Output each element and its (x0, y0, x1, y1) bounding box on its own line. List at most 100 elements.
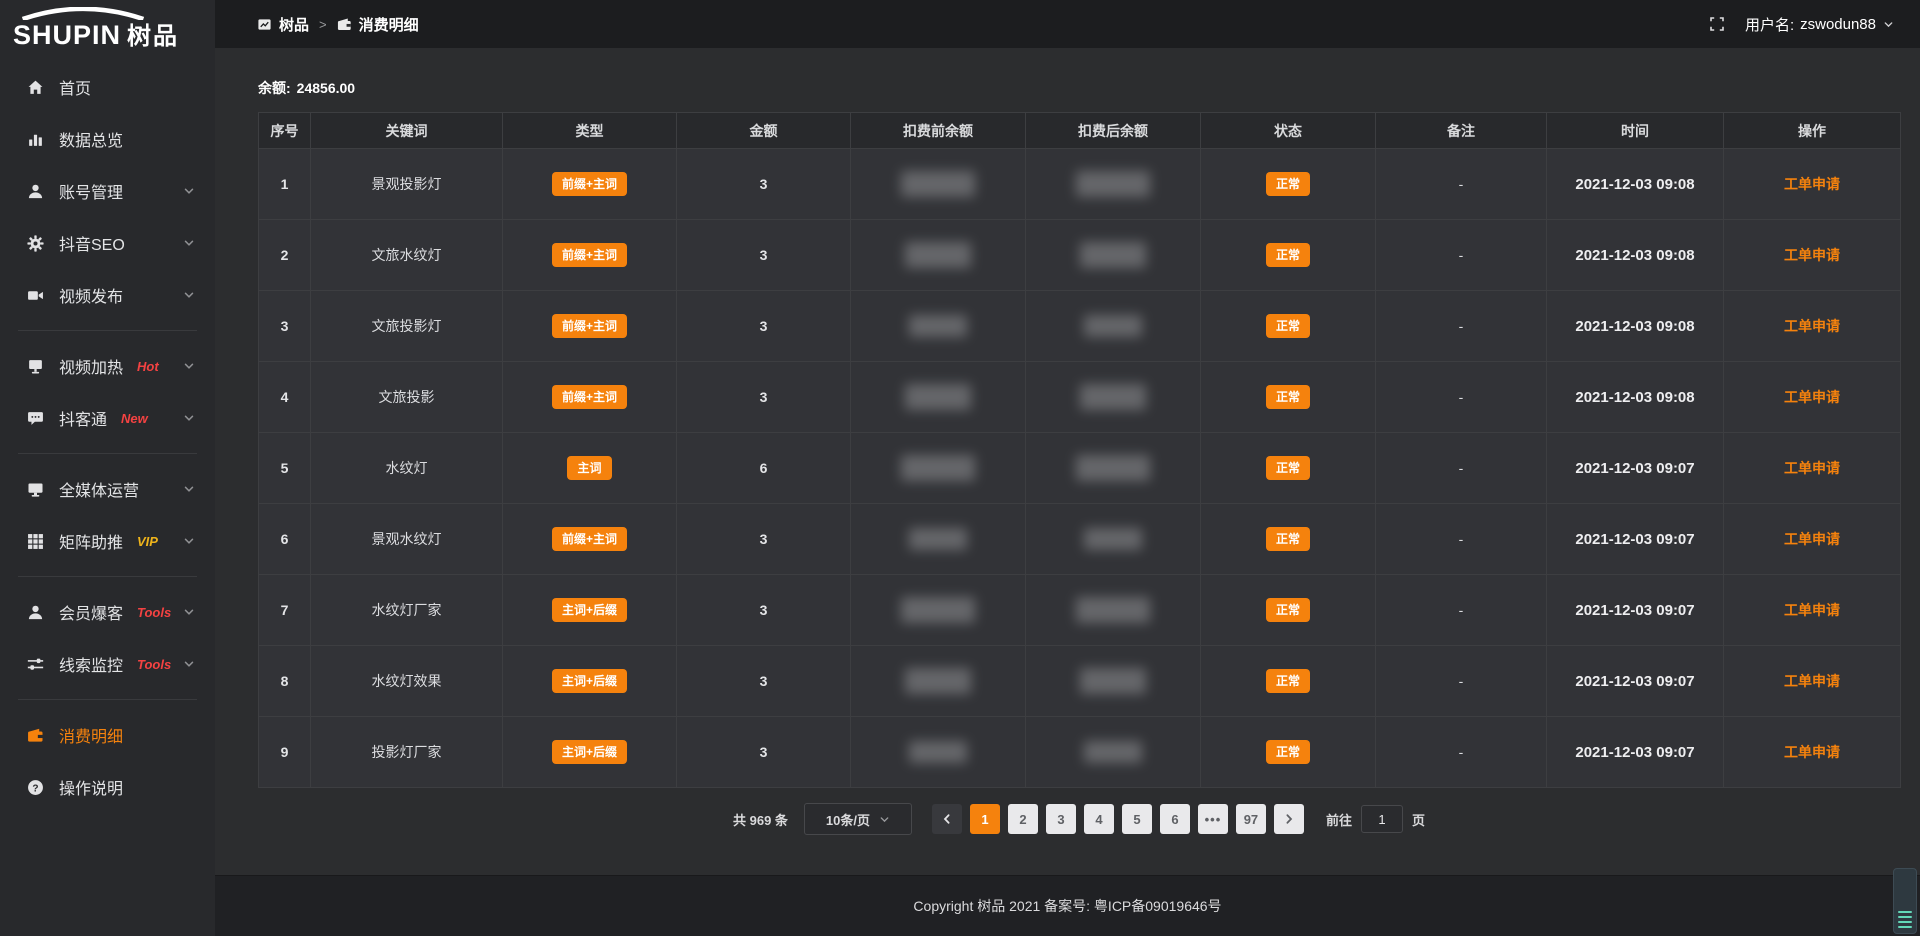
table-row: 3 文旅投影灯 前缀+主词 3 正常 - 2021-12-03 09:08 工单… (259, 291, 1901, 362)
cell-keyword: 景观水纹灯 (311, 504, 503, 575)
heat-screen-icon (27, 358, 44, 375)
chat-widget[interactable] (1893, 868, 1917, 934)
pagination-page-2[interactable]: 2 (1008, 804, 1038, 834)
brand-name: SHUPIN树品 (13, 20, 215, 52)
cell-balance-after (1026, 433, 1201, 504)
pagination-page-97[interactable]: 97 (1236, 804, 1266, 834)
cell-balance-before (851, 646, 1026, 717)
breadcrumb-item-home[interactable]: 树品 (257, 14, 309, 35)
chevron-down-icon (183, 237, 195, 249)
column-header: 时间 (1547, 113, 1724, 149)
pagination-prev-button[interactable] (932, 804, 962, 834)
masked-value (905, 242, 971, 268)
sidebar-item-label: 消费明细 (59, 723, 123, 747)
ticket-apply-link[interactable]: 工单申请 (1784, 389, 1840, 405)
cell-amount: 3 (677, 646, 851, 717)
fullscreen-icon[interactable] (1709, 16, 1725, 32)
sidebar-item-douketong[interactable]: 抖客通 New (0, 392, 215, 444)
cell-time: 2021-12-03 09:07 (1547, 717, 1724, 788)
cell-remark: - (1376, 717, 1547, 788)
sidebar-item-label: 视频发布 (59, 283, 123, 307)
table-row: 4 文旅投影 前缀+主词 3 正常 - 2021-12-03 09:08 工单申… (259, 362, 1901, 433)
pagination-page-4[interactable]: 4 (1084, 804, 1114, 834)
ticket-apply-link[interactable]: 工单申请 (1784, 602, 1840, 618)
ticket-apply-link[interactable]: 工单申请 (1784, 460, 1840, 476)
balance-label: 余额: (258, 80, 291, 96)
cell-type: 前缀+主词 (503, 504, 677, 575)
cell-balance-before (851, 504, 1026, 575)
type-badge: 前缀+主词 (552, 314, 627, 338)
breadcrumb-item-current[interactable]: 消费明细 (337, 14, 419, 35)
masked-value (1080, 668, 1146, 694)
sidebar-item-video-publish[interactable]: 视频发布 (0, 269, 215, 321)
pagination-page-6[interactable]: 6 (1160, 804, 1190, 834)
sidebar-item-account-manage[interactable]: 账号管理 (0, 165, 215, 217)
sidebar-item-home[interactable]: 首页 (0, 61, 215, 113)
cell-balance-after (1026, 575, 1201, 646)
cell-type: 前缀+主词 (503, 220, 677, 291)
chevron-down-icon (183, 606, 195, 618)
topbar: 树品 > 消费明细 用户名: zswodun88 (215, 0, 1920, 48)
table-row: 2 文旅水纹灯 前缀+主词 3 正常 - 2021-12-03 09:08 工单… (259, 220, 1901, 291)
cell-action: 工单申请 (1724, 504, 1901, 575)
ticket-apply-link[interactable]: 工单申请 (1784, 318, 1840, 334)
cell-amount: 3 (677, 149, 851, 220)
user-icon (27, 183, 44, 200)
cell-type: 主词+后缀 (503, 646, 677, 717)
ticket-apply-link[interactable]: 工单申请 (1784, 673, 1840, 689)
sidebar-item-consumption-detail[interactable]: 消费明细 (0, 709, 215, 761)
goto-page-input[interactable] (1361, 805, 1403, 833)
ticket-apply-link[interactable]: 工单申请 (1784, 531, 1840, 547)
sidebar-item-lead-monitor[interactable]: 线索监控 Tools (0, 638, 215, 690)
cell-status: 正常 (1201, 291, 1376, 362)
cell-status: 正常 (1201, 717, 1376, 788)
cell-balance-before (851, 149, 1026, 220)
cell-type: 主词+后缀 (503, 575, 677, 646)
chevron-down-icon (183, 185, 195, 197)
cell-remark: - (1376, 433, 1547, 504)
cell-keyword: 文旅投影 (311, 362, 503, 433)
sidebar-item-matrix-boost[interactable]: 矩阵助推 VIP (0, 515, 215, 567)
pagination-next-button[interactable] (1274, 804, 1304, 834)
sidebar-item-label: 矩阵助推 (59, 529, 123, 553)
user-menu[interactable]: 用户名: zswodun88 (1745, 14, 1894, 35)
cell-balance-before (851, 433, 1026, 504)
ticket-apply-link[interactable]: 工单申请 (1784, 744, 1840, 760)
masked-value (901, 455, 975, 481)
chevron-down-icon (183, 289, 195, 301)
ticket-apply-link[interactable]: 工单申请 (1784, 176, 1840, 192)
sidebar-item-member-burst[interactable]: 会员爆客 Tools (0, 586, 215, 638)
column-header: 扣费后余额 (1026, 113, 1201, 149)
sidebar-item-douyin-seo[interactable]: 抖音SEO (0, 217, 215, 269)
cell-remark: - (1376, 149, 1547, 220)
cell-status: 正常 (1201, 149, 1376, 220)
sidebar-divider (18, 576, 197, 577)
logo-arc (16, 7, 150, 20)
cell-time: 2021-12-03 09:08 (1547, 220, 1724, 291)
pagination-more-button[interactable]: ••• (1198, 804, 1228, 834)
consumption-table: 序号关键词类型金额扣费前余额扣费后余额状态备注时间操作 1 景观投影灯 前缀+主… (258, 112, 1901, 788)
username-value: zswodun88 (1800, 16, 1876, 33)
masked-value (1080, 242, 1146, 268)
pagination-page-5[interactable]: 5 (1122, 804, 1152, 834)
brand-icon (257, 17, 272, 32)
table-row: 6 景观水纹灯 前缀+主词 3 正常 - 2021-12-03 09:07 工单… (259, 504, 1901, 575)
cell-index: 7 (259, 575, 311, 646)
page-size-select[interactable]: 10条/页 (804, 803, 912, 835)
sidebar: SHUPIN树品 首页 数据总览 账号管理 抖音SEO 视频发布 视频加热 Ho… (0, 0, 215, 936)
sidebar-item-data-overview[interactable]: 数据总览 (0, 113, 215, 165)
sidebar-item-video-heat[interactable]: 视频加热 Hot (0, 340, 215, 392)
cell-status: 正常 (1201, 646, 1376, 717)
chevron-down-icon (183, 535, 195, 547)
cell-amount: 3 (677, 362, 851, 433)
masked-value (909, 741, 967, 763)
cell-time: 2021-12-03 09:08 (1547, 291, 1724, 362)
sidebar-item-media-operation[interactable]: 全媒体运营 (0, 463, 215, 515)
ticket-apply-link[interactable]: 工单申请 (1784, 247, 1840, 263)
sidebar-item-instructions[interactable]: ? 操作说明 (0, 761, 215, 813)
pagination-page-3[interactable]: 3 (1046, 804, 1076, 834)
cell-keyword: 投影灯厂家 (311, 717, 503, 788)
cell-index: 6 (259, 504, 311, 575)
pagination-page-1[interactable]: 1 (970, 804, 1000, 834)
masked-value (909, 315, 967, 337)
